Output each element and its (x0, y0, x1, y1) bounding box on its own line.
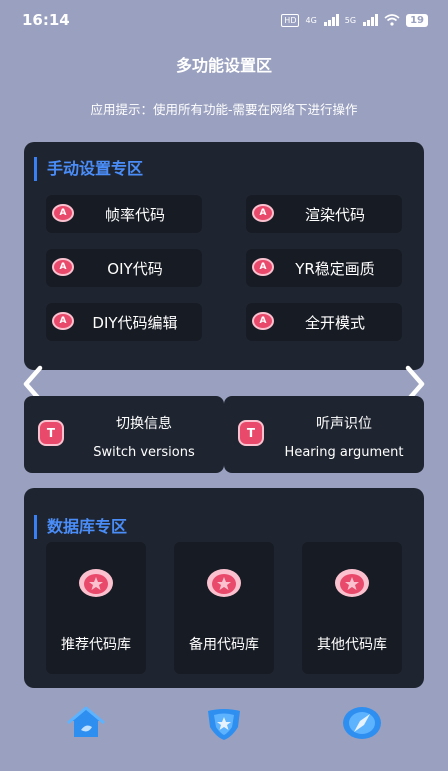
switch-card-title: 切换信息 (116, 416, 172, 432)
signal-icon (323, 14, 339, 26)
medal-icon (207, 569, 241, 597)
network-label-4g: 4G (305, 15, 317, 25)
t-badge-icon: T (38, 420, 64, 446)
a-badge-icon: A (52, 312, 74, 330)
a-badge-icon: A (252, 204, 274, 222)
tile-label: 备用代码库 (189, 637, 259, 653)
oiy-code-button[interactable]: A OIY代码 (46, 249, 202, 287)
a-badge-icon: A (52, 204, 74, 222)
yr-stable-quality-button[interactable]: A YR稳定画质 (246, 249, 402, 287)
status-time: 16:14 (22, 11, 70, 29)
battery-icon: 19 (406, 13, 428, 27)
diy-code-edit-button[interactable]: A DIY代码编辑 (46, 303, 202, 341)
switch-card-subtitle: Switch versions (93, 445, 195, 460)
tile-label: 推荐代码库 (61, 637, 131, 653)
page-title: 多功能设置区 (175, 56, 272, 75)
a-badge-icon: A (252, 312, 274, 330)
network-label-5g: 5G (344, 15, 357, 25)
shield-icon[interactable] (202, 703, 246, 743)
compass-icon[interactable] (340, 703, 384, 743)
home-icon[interactable] (64, 703, 108, 743)
a-badge-icon: A (252, 258, 274, 276)
t-badge-icon: T (238, 420, 264, 446)
status-bar: 16:14 HD 4G 5G 19 (0, 0, 448, 40)
status-icons: HD 4G 5G 19 (281, 13, 428, 27)
hd-icon: HD (281, 13, 300, 27)
frame-rate-code-button[interactable]: A 帧率代码 (46, 195, 202, 233)
hearing-argument-card[interactable]: T 听声识位 Hearing argument (224, 396, 424, 473)
database-card: 数据库专区 推荐代码库 备用代码库 其他代码库 (24, 488, 424, 688)
a-badge-icon: A (52, 258, 74, 276)
recommended-code-library-tile[interactable]: 推荐代码库 (46, 542, 146, 674)
backup-code-library-tile[interactable]: 备用代码库 (174, 542, 274, 674)
tile-label: 其他代码库 (317, 637, 387, 653)
medal-icon (79, 569, 113, 597)
wifi-icon (384, 14, 400, 26)
section-title-manual: 手动设置专区 (34, 157, 143, 181)
manual-settings-card: 手动设置专区 A 帧率代码 A 渲染代码 A OIY代码 A YR稳定画质 A … (24, 142, 424, 370)
tip-text: 应用提示：使用所有功能-需要在网络下进行操作 (90, 102, 358, 117)
switch-versions-card[interactable]: T 切换信息 Switch versions (24, 396, 224, 473)
render-code-button[interactable]: A 渲染代码 (246, 195, 402, 233)
full-mode-button[interactable]: A 全开模式 (246, 303, 402, 341)
switch-card-subtitle: Hearing argument (284, 445, 404, 460)
medal-icon (335, 569, 369, 597)
signal-icon (363, 14, 379, 26)
section-title-database: 数据库专区 (34, 515, 127, 539)
switch-card-title: 听声识位 (316, 416, 372, 432)
other-code-library-tile[interactable]: 其他代码库 (302, 542, 402, 674)
